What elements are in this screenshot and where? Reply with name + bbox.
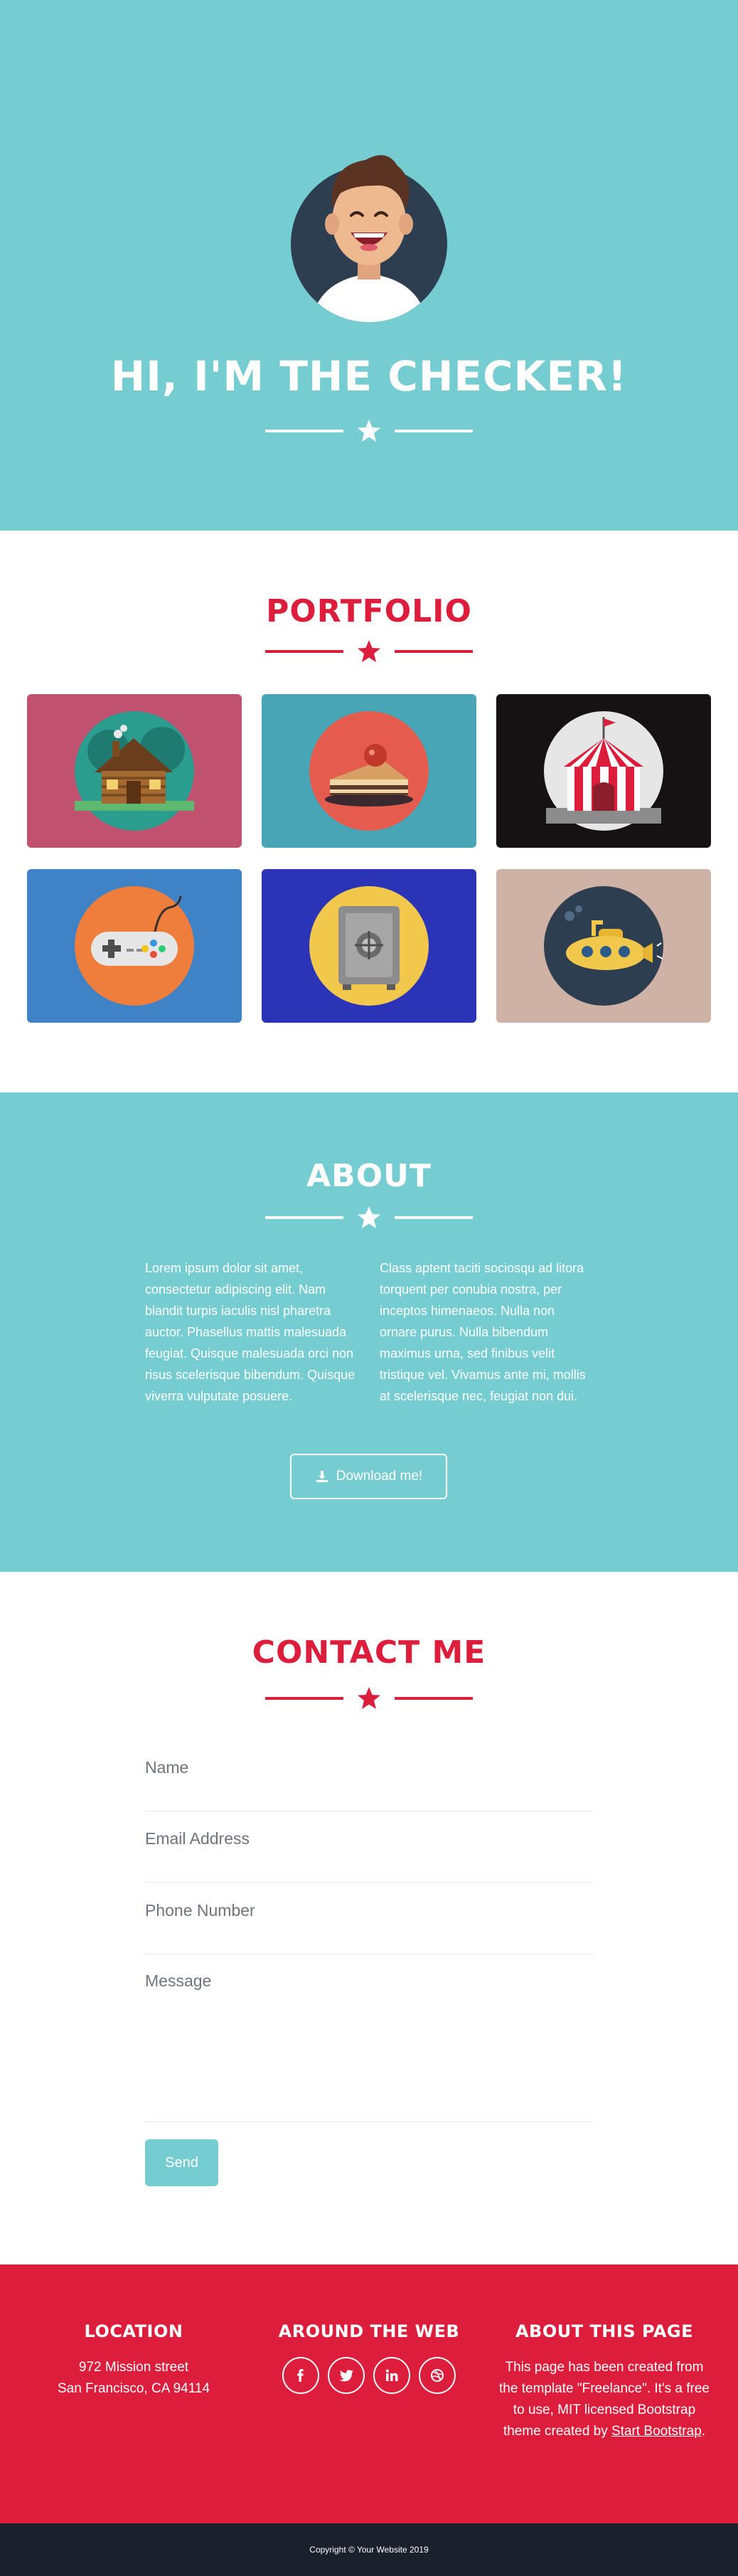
about-page-text: This page has been created from the temp… (491, 2357, 718, 2442)
cake-slice-icon (309, 711, 429, 831)
star-icon (358, 1687, 380, 1709)
download-label: Download me! (336, 1469, 423, 1484)
dribbble-icon (431, 2369, 444, 2382)
portfolio-item-circus[interactable] (496, 694, 711, 848)
portfolio-item-safe[interactable] (262, 869, 476, 1023)
divider-line (265, 650, 343, 653)
contact-heading: CONTACT ME (252, 1634, 486, 1671)
about-text-left: Lorem ipsum dolor sit amet, consectetur … (145, 1261, 355, 1403)
email-field[interactable] (145, 1829, 593, 1848)
email-field-wrap (145, 1829, 593, 1883)
location-title: LOCATION (84, 2321, 183, 2341)
contact-divider (0, 1686, 738, 1711)
footer-about: ABOUT THIS PAGE This page has been creat… (491, 2321, 718, 2442)
divider-line (395, 430, 473, 432)
about-heading: ABOUT (306, 1158, 432, 1194)
about-section: ABOUT Lorem ipsum dolor sit amet, consec… (0, 1092, 738, 1572)
social-links (255, 2357, 483, 2394)
twitter-icon (339, 2370, 353, 2382)
phone-field[interactable] (145, 1901, 593, 1920)
phone-field-wrap (145, 1901, 593, 1954)
message-field[interactable] (145, 1971, 593, 2114)
linkedin-link[interactable] (373, 2357, 410, 2394)
divider-line (265, 1216, 343, 1219)
divider-line (265, 430, 343, 432)
footer: LOCATION 972 Mission street San Francisc… (0, 2264, 738, 2523)
portfolio-item-submarine[interactable] (496, 869, 711, 1023)
portfolio-section: PORTFOLIO (0, 531, 738, 1092)
smiling-man-avatar-icon (291, 155, 447, 322)
contact-section: CONTACT ME Send (0, 1572, 738, 2264)
portfolio-item-game[interactable] (27, 869, 242, 1023)
facebook-link[interactable] (282, 2357, 319, 2394)
facebook-icon (297, 2369, 304, 2382)
divider-line (265, 1697, 343, 1700)
download-button[interactable]: Download me! (290, 1454, 447, 1499)
copyright-text: Copyright © Your Website 2019 (309, 2545, 429, 2555)
send-button[interactable]: Send (145, 2139, 218, 2186)
linkedin-icon (385, 2369, 398, 2381)
masthead: HI, I'M THE CHECKER! (0, 0, 738, 531)
name-field-wrap (145, 1758, 593, 1811)
divider-line (395, 1697, 473, 1700)
log-cabin-icon (75, 711, 194, 831)
star-icon (358, 1206, 380, 1228)
address-line-1: 972 Mission street (78, 2360, 189, 2375)
circus-tent-icon (544, 711, 663, 831)
portfolio-item-cabin[interactable] (27, 694, 242, 848)
footer-location: LOCATION 972 Mission street San Francisc… (20, 2321, 247, 2400)
address-line-2: San Francisco, CA 94114 (57, 2381, 210, 2396)
download-icon (316, 1471, 328, 1482)
star-icon (358, 420, 380, 442)
portfolio-heading: PORTFOLIO (266, 593, 472, 629)
around-web-title: AROUND THE WEB (278, 2321, 460, 2341)
safe-icon (309, 886, 429, 1006)
message-field-wrap (145, 1971, 593, 2122)
game-controller-icon (75, 886, 194, 1006)
divider-line (395, 650, 473, 653)
portfolio-item-cake[interactable] (262, 694, 476, 848)
about-page-title: ABOUT THIS PAGE (515, 2321, 694, 2341)
about-page-period: . (701, 2424, 706, 2439)
avatar (291, 144, 447, 322)
about-text-right: Class aptent taciti sociosqu ad litora t… (380, 1261, 586, 1403)
copyright-bar: Copyright © Your Website 2019 (0, 2523, 738, 2576)
submarine-icon (544, 886, 663, 1006)
portfolio-divider (0, 639, 738, 664)
twitter-link[interactable] (328, 2357, 365, 2394)
dribbble-link[interactable] (419, 2357, 456, 2394)
about-divider (0, 1205, 738, 1230)
divider-line (395, 1216, 473, 1219)
start-bootstrap-link[interactable]: Start Bootstrap (611, 2424, 702, 2439)
footer-social: AROUND THE WEB (255, 2321, 483, 2394)
masthead-divider (0, 418, 738, 444)
name-field[interactable] (145, 1758, 593, 1777)
page-title: HI, I'M THE CHECKER! (110, 352, 628, 400)
star-icon (358, 640, 380, 662)
